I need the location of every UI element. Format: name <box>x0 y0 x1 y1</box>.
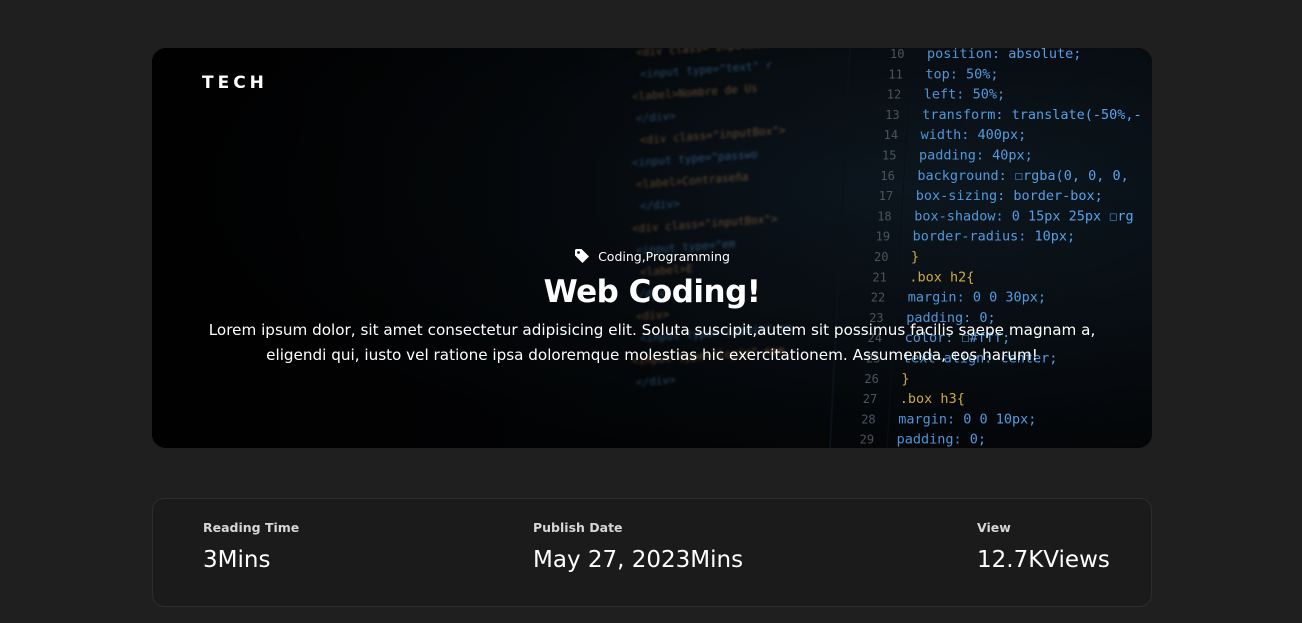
hero-banner[interactable]: <form> <div class="inputBox"> <input typ… <box>152 48 1152 448</box>
reading-time-label: Reading Time <box>203 520 300 535</box>
post-summary: Lorem ipsum dolor, sit amet consectetur … <box>208 321 1096 364</box>
category-label[interactable]: TECH <box>202 73 268 93</box>
stat-reading-time: Reading Time 3Mins <box>203 520 299 573</box>
stat-publish-date: Publish Date May 27, 2023Mins <box>533 520 743 573</box>
publish-date-value: May 27, 2023Mins <box>533 547 744 573</box>
post-title[interactable]: Web Coding! <box>152 274 1152 310</box>
stat-views: View 12.7KViews <box>977 520 1110 573</box>
views-value: 12.7KViews <box>977 547 1110 573</box>
publish-date-label: Publish Date <box>533 520 623 535</box>
tag-icon <box>575 249 590 263</box>
views-label: View <box>977 520 1011 535</box>
post-stats-panel: Reading Time 3Mins Publish Date May 27, … <box>152 498 1152 607</box>
reading-time-value: 3Mins <box>203 547 271 573</box>
tags-row: Coding,Programming <box>152 248 1152 264</box>
tags-text[interactable]: Coding,Programming <box>598 249 730 264</box>
